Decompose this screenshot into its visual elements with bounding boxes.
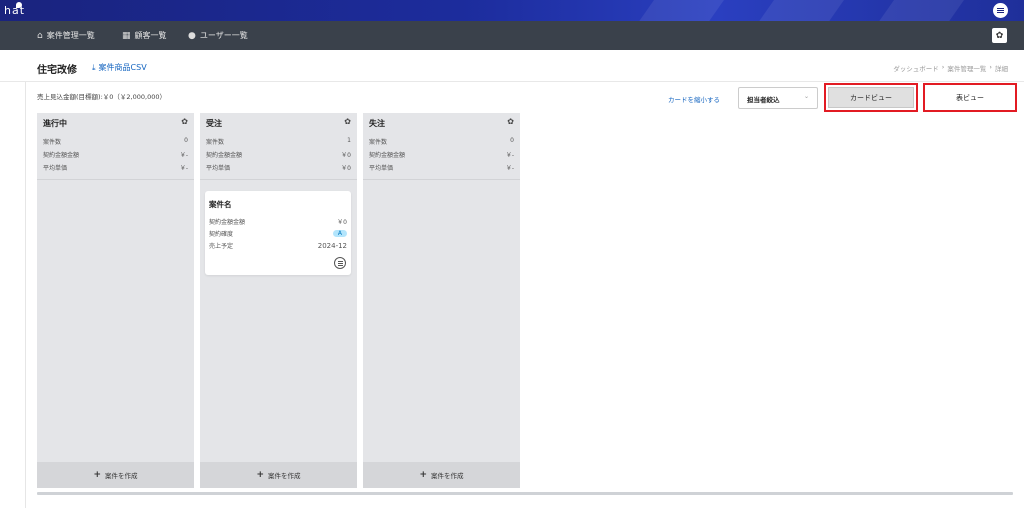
table-view-highlight: 表ビュー [923, 83, 1017, 112]
create-deal-button[interactable]: + 案件を作成 [200, 462, 357, 488]
gear-icon[interactable]: ✿ [344, 117, 351, 126]
create-deal-button[interactable]: + 案件を作成 [37, 462, 194, 488]
field-label: 契約金額金額 [209, 219, 246, 226]
nav-item-label: 案件管理一覧 [46, 31, 95, 40]
download-icon: ⤓ [92, 62, 96, 72]
card-view-highlight: カードビュー [824, 83, 918, 112]
nav-item-customers[interactable]: ▦ 顧客一覧 [122, 21, 167, 50]
stat-value: ￥- [505, 165, 514, 172]
plus-icon: + [419, 470, 428, 480]
breadcrumb: ダッシュボード › 案件管理一覧 › 詳細 [893, 63, 1008, 73]
stat-label: 平均単価 [369, 165, 394, 172]
page-title: 住宅改修 [37, 65, 77, 76]
stat-value: ￥- [179, 152, 188, 159]
field-label: 売上予定 [209, 243, 234, 250]
stat-label: 平均単価 [206, 165, 231, 172]
user-menu-icon[interactable] [993, 3, 1008, 18]
field-label: 契約確度 [209, 231, 234, 238]
stat-value: 1 [347, 137, 351, 144]
assignee-filter-label: 担当者絞込 [747, 96, 780, 104]
stat-contract: 契約金額金額 ￥0 [206, 150, 351, 159]
horizontal-scrollbar[interactable] [37, 492, 1013, 495]
column-title: 受注 [206, 119, 222, 128]
stat-contract: 契約金額金額 ￥- [369, 150, 514, 159]
stat-count: 案件数 0 [43, 137, 188, 146]
stat-value: 0 [510, 137, 514, 144]
card-menu-icon[interactable] [334, 257, 346, 269]
breadcrumb-current: 詳細 [995, 65, 1008, 73]
stat-avg: 平均単価 ￥- [369, 163, 514, 172]
kanban-column-in-progress: 進行中 ✿ 案件数 0 契約金額金額 ￥- 平均単価 ￥- + 案件を作成 [37, 113, 194, 488]
nav-item-label: ユーザー一覧 [199, 31, 248, 40]
divider [25, 82, 26, 508]
column-title: 失注 [369, 119, 385, 128]
column-header: 受注 ✿ 案件数 1 契約金額金額 ￥0 平均単価 ￥0 [200, 113, 357, 180]
create-deal-label: 案件を作成 [268, 472, 301, 480]
column-header: 進行中 ✿ 案件数 0 契約金額金額 ￥- 平均単価 ￥- [37, 113, 194, 180]
home-icon: ⌂ [37, 30, 43, 41]
field-value: ￥0 [337, 219, 347, 226]
plus-icon: + [93, 470, 102, 480]
column-header: 失注 ✿ 案件数 0 契約金額金額 ￥- 平均単価 ￥- [363, 113, 520, 180]
stat-avg: 平均単価 ￥- [43, 163, 188, 172]
nav-item-users[interactable]: ● ユーザー一覧 [188, 21, 248, 50]
csv-download-link[interactable]: ⤓ 案件商品CSV [92, 62, 147, 73]
stat-label: 平均単価 [43, 165, 68, 172]
stat-value: ￥0 [341, 165, 351, 172]
column-title: 進行中 [43, 119, 67, 128]
stat-contract: 契約金額金額 ￥- [43, 150, 188, 159]
nav-item-deals[interactable]: ⌂ 案件管理一覧 [37, 21, 95, 50]
stat-label: 契約金額金額 [206, 152, 243, 159]
stat-label: 案件数 [206, 139, 225, 146]
assignee-filter-select[interactable]: 担当者絞込 ⌄ [738, 87, 818, 109]
deal-certainty-row: 契約確度 A [209, 229, 347, 238]
deal-name: 案件名 [209, 200, 232, 209]
kanban-column-won: 受注 ✿ 案件数 1 契約金額金額 ￥0 平均単価 ￥0 案件名 契約金額金額 ￥0 契… [200, 113, 357, 488]
chevron-right-icon: › [941, 63, 945, 71]
building-icon: ▦ [122, 30, 131, 41]
stat-label: 案件数 [369, 139, 388, 146]
stat-label: 契約金額金額 [369, 152, 406, 159]
create-deal-label: 案件を作成 [431, 472, 464, 480]
stat-count: 案件数 1 [206, 137, 351, 146]
page-header: 住宅改修 ⤓ 案件商品CSV ダッシュボード › 案件管理一覧 › 詳細 [0, 50, 1024, 82]
deal-card[interactable]: 案件名 契約金額金額 ￥0 契約確度 A 売上予定 2024-12 [205, 191, 351, 275]
breadcrumb-dashboard[interactable]: ダッシュボード [893, 63, 939, 73]
logo-mark-icon [16, 2, 22, 8]
settings-button[interactable]: ✿ [992, 28, 1007, 43]
breadcrumb-deals[interactable]: 案件管理一覧 [947, 63, 986, 73]
deal-contract-row: 契約金額金額 ￥0 [209, 217, 347, 226]
stat-value: ￥- [505, 152, 514, 159]
stat-label: 契約金額金額 [43, 152, 80, 159]
chevron-down-icon: ⌄ [803, 93, 809, 100]
create-deal-button[interactable]: + 案件を作成 [363, 462, 520, 488]
user-icon: ● [188, 30, 196, 41]
kanban-column-lost: 失注 ✿ 案件数 0 契約金額金額 ￥- 平均単価 ￥- + 案件を作成 [363, 113, 520, 488]
gear-icon[interactable]: ✿ [181, 117, 188, 126]
field-value: 2024-12 [317, 241, 347, 250]
csv-link-label: 案件商品CSV [98, 63, 147, 72]
create-deal-label: 案件を作成 [105, 472, 138, 480]
nav-item-label: 顧客一覧 [134, 31, 167, 40]
sales-summary: 売上見込金額(目標額):￥0（￥2,000,000） [37, 93, 166, 101]
stat-count: 案件数 0 [369, 137, 514, 146]
app-logo[interactable]: hat [4, 4, 25, 17]
deal-sales-plan-row: 売上予定 2024-12 [209, 241, 347, 251]
chevron-right-icon: › [989, 63, 992, 71]
main-nav: ⌂ 案件管理一覧 ▦ 顧客一覧 ● ユーザー一覧 ✿ [0, 21, 1024, 50]
gear-icon: ✿ [995, 30, 1004, 41]
gear-icon[interactable]: ✿ [507, 117, 514, 126]
stat-value: ￥0 [341, 152, 351, 159]
stat-value: ￥- [179, 165, 188, 172]
card-view-button[interactable]: カードビュー [828, 87, 914, 108]
stat-label: 案件数 [43, 139, 62, 146]
table-view-button[interactable]: 表ビュー [927, 87, 1013, 108]
brand-bar: hat [0, 0, 1024, 21]
shrink-cards-link[interactable]: カードを縮小する [668, 94, 720, 104]
stat-avg: 平均単価 ￥0 [206, 163, 351, 172]
certainty-badge: A [332, 230, 347, 237]
stat-value: 0 [184, 137, 188, 144]
plus-icon: + [256, 470, 265, 480]
